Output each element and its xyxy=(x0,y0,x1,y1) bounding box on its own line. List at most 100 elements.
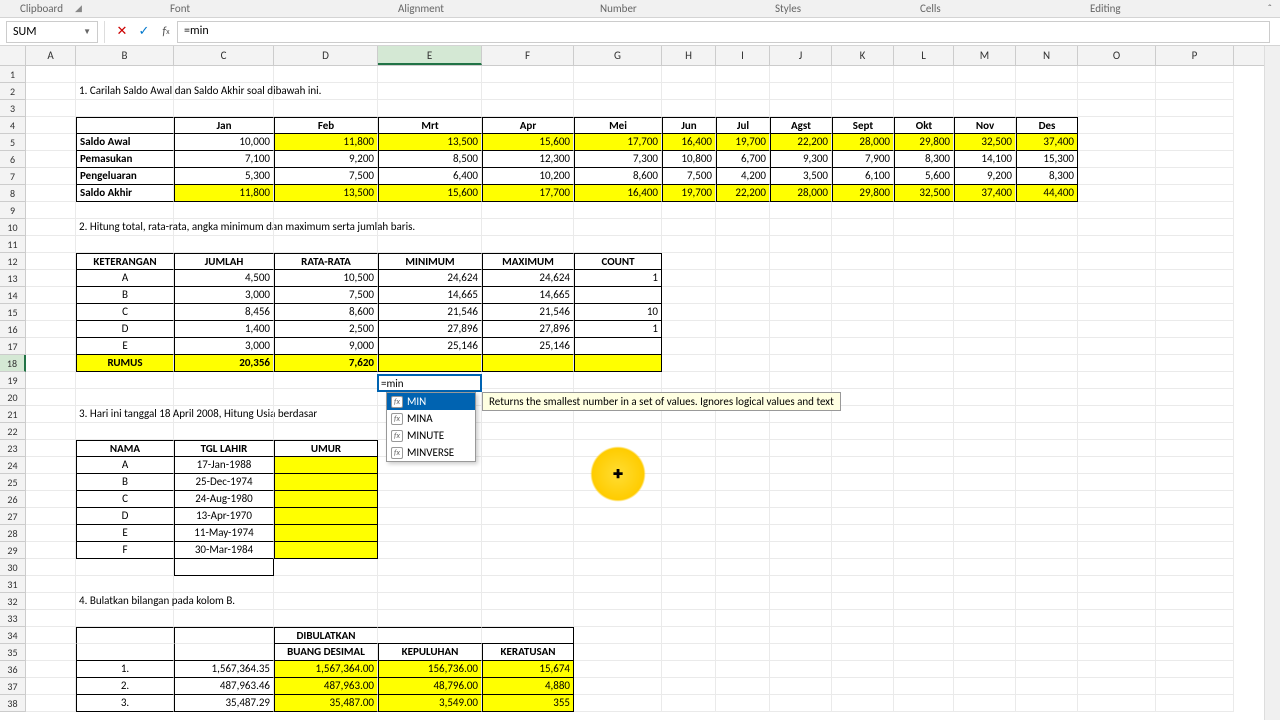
cell-M8[interactable]: 37,400 xyxy=(954,185,1016,202)
cell-M37[interactable] xyxy=(954,678,1016,695)
cell-M23[interactable] xyxy=(954,440,1016,457)
column-header-P[interactable]: P xyxy=(1156,46,1234,65)
cell-K21[interactable] xyxy=(832,406,894,423)
cell-G12[interactable]: COUNT xyxy=(574,253,662,270)
cell-M6[interactable]: 14,100 xyxy=(954,151,1016,168)
column-header-I[interactable]: I xyxy=(716,46,770,65)
cell-P3[interactable] xyxy=(1156,100,1234,117)
cell-J32[interactable] xyxy=(770,593,832,610)
cell-L38[interactable] xyxy=(894,695,954,712)
cell-O33[interactable] xyxy=(1078,610,1156,627)
cell-D17[interactable]: 9,000 xyxy=(274,338,378,355)
cell-F37[interactable]: 4,880 xyxy=(482,678,574,695)
cell-C24[interactable]: 17-Jan-1988 xyxy=(174,457,274,474)
cell-M11[interactable] xyxy=(954,236,1016,253)
insert-function-icon[interactable]: fx xyxy=(155,21,177,43)
cell-A22[interactable] xyxy=(26,423,76,440)
cell-P24[interactable] xyxy=(1156,457,1234,474)
cell-F32[interactable] xyxy=(482,593,574,610)
cell-C6[interactable]: 7,100 xyxy=(174,151,274,168)
select-all-corner[interactable] xyxy=(0,46,26,65)
cell-G6[interactable]: 7,300 xyxy=(574,151,662,168)
cell-M19[interactable] xyxy=(954,372,1016,389)
cell-O38[interactable] xyxy=(1078,695,1156,712)
cell-B9[interactable] xyxy=(76,202,174,219)
cell-I10[interactable] xyxy=(716,219,770,236)
row-header-6[interactable]: 6 xyxy=(0,151,26,168)
cell-N37[interactable] xyxy=(1016,678,1078,695)
cell-N16[interactable] xyxy=(1016,321,1078,338)
cell-O22[interactable] xyxy=(1078,423,1156,440)
row-header-34[interactable]: 34 xyxy=(0,627,26,644)
cell-O16[interactable] xyxy=(1078,321,1156,338)
row-header-13[interactable]: 13 xyxy=(0,270,26,287)
cell-F12[interactable]: MAXIMUM xyxy=(482,253,574,270)
cell-J23[interactable] xyxy=(770,440,832,457)
cell-C31[interactable] xyxy=(174,576,274,593)
column-header-F[interactable]: F xyxy=(482,46,574,65)
cell-D6[interactable]: 9,200 xyxy=(274,151,378,168)
cell-A29[interactable] xyxy=(26,542,76,559)
cell-G18[interactable] xyxy=(574,355,662,372)
cell-P29[interactable] xyxy=(1156,542,1234,559)
cell-E16[interactable]: 27,896 xyxy=(378,321,482,338)
cell-P22[interactable] xyxy=(1156,423,1234,440)
cell-L10[interactable] xyxy=(894,219,954,236)
cell-I7[interactable]: 4,200 xyxy=(716,168,770,185)
cell-A28[interactable] xyxy=(26,525,76,542)
cell-I5[interactable]: 19,700 xyxy=(716,134,770,151)
cell-H29[interactable] xyxy=(662,542,716,559)
cell-B24[interactable]: A xyxy=(76,457,174,474)
cell-H1[interactable] xyxy=(662,66,716,83)
cell-P38[interactable] xyxy=(1156,695,1234,712)
cell-L6[interactable]: 8,300 xyxy=(894,151,954,168)
cell-F7[interactable]: 10,200 xyxy=(482,168,574,185)
cell-N2[interactable] xyxy=(1016,83,1078,100)
cell-A13[interactable] xyxy=(26,270,76,287)
row-header-24[interactable]: 24 xyxy=(0,457,26,474)
cell-G24[interactable] xyxy=(574,457,662,474)
cell-F8[interactable]: 17,700 xyxy=(482,185,574,202)
cell-K15[interactable] xyxy=(832,304,894,321)
cell-D16[interactable]: 2,500 xyxy=(274,321,378,338)
cell-P35[interactable] xyxy=(1156,644,1234,661)
cell-A30[interactable] xyxy=(26,559,76,576)
cell-N14[interactable] xyxy=(1016,287,1078,304)
cell-I35[interactable] xyxy=(716,644,770,661)
cell-O36[interactable] xyxy=(1078,661,1156,678)
row-header-30[interactable]: 30 xyxy=(0,559,26,576)
cell-G3[interactable] xyxy=(574,100,662,117)
cell-F27[interactable] xyxy=(482,508,574,525)
cell-A7[interactable] xyxy=(26,168,76,185)
cell-G38[interactable] xyxy=(574,695,662,712)
cell-H37[interactable] xyxy=(662,678,716,695)
cell-B38[interactable]: 3. xyxy=(76,695,174,712)
cell-K30[interactable] xyxy=(832,559,894,576)
cell-D33[interactable] xyxy=(274,610,378,627)
cell-M36[interactable] xyxy=(954,661,1016,678)
cell-L32[interactable] xyxy=(894,593,954,610)
column-header-N[interactable]: N xyxy=(1016,46,1078,65)
cell-L34[interactable] xyxy=(894,627,954,644)
cell-E4[interactable]: Mrt xyxy=(378,117,482,134)
cell-K18[interactable] xyxy=(832,355,894,372)
row-header-3[interactable]: 3 xyxy=(0,100,26,117)
column-header-D[interactable]: D xyxy=(274,46,378,65)
cell-A35[interactable] xyxy=(26,644,76,661)
cell-E5[interactable]: 13,500 xyxy=(378,134,482,151)
cell-I37[interactable] xyxy=(716,678,770,695)
cell-F25[interactable] xyxy=(482,474,574,491)
cell-J38[interactable] xyxy=(770,695,832,712)
cell-H17[interactable] xyxy=(662,338,716,355)
cell-J16[interactable] xyxy=(770,321,832,338)
cell-G19[interactable] xyxy=(574,372,662,389)
cell-E17[interactable]: 25,146 xyxy=(378,338,482,355)
column-header-K[interactable]: K xyxy=(832,46,894,65)
cell-K31[interactable] xyxy=(832,576,894,593)
cell-J18[interactable] xyxy=(770,355,832,372)
cell-J37[interactable] xyxy=(770,678,832,695)
cell-I9[interactable] xyxy=(716,202,770,219)
column-header-L[interactable]: L xyxy=(894,46,954,65)
cell-D15[interactable]: 8,600 xyxy=(274,304,378,321)
cell-O21[interactable] xyxy=(1078,406,1156,423)
